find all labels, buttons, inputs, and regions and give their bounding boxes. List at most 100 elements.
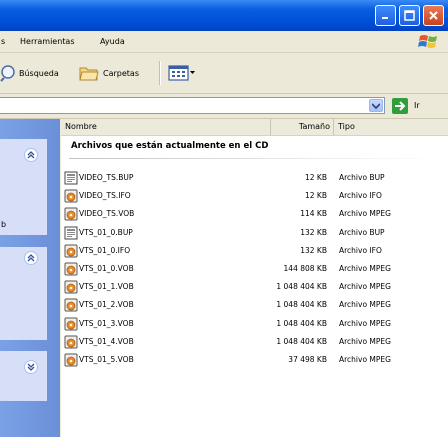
- file-type: Archivo MPEG: [339, 264, 391, 273]
- views-icon: [168, 65, 189, 81]
- chevron-down-icon: [190, 71, 195, 74]
- file-row[interactable]: VTS_01_0.IFO 132 KB Archivo IFO: [61, 242, 448, 260]
- file-size: 1 048 404 KB: [276, 318, 327, 328]
- column-header-name[interactable]: Nombre: [61, 119, 271, 135]
- file-size: 144 808 KB: [283, 264, 327, 273]
- file-type: Archivo IFO: [339, 245, 382, 255]
- file-name: VTS_01_0.VOB: [79, 264, 134, 273]
- file-type: Archivo MPEG: [339, 318, 391, 328]
- file-type: Archivo MPEG: [339, 282, 391, 292]
- task-panel-2: [0, 247, 47, 340]
- task-panel-3: [0, 351, 47, 401]
- column-header-size[interactable]: Tamaño: [271, 119, 334, 135]
- close-button[interactable]: [423, 5, 444, 26]
- file-name: VTS_01_3.VOB: [79, 318, 134, 328]
- file-type: Archivo BUP: [339, 173, 385, 182]
- media-file-icon: [64, 280, 78, 294]
- media-file-icon: [64, 207, 78, 221]
- arrow-right-icon: [395, 101, 406, 111]
- file-size: 132 KB: [300, 227, 327, 237]
- media-file-icon: [64, 262, 78, 276]
- menu-item-help[interactable]: Ayuda: [100, 37, 125, 46]
- chevron-down-icon: [372, 102, 380, 109]
- group-divider: [69, 158, 439, 159]
- address-bar: Ir: [0, 94, 448, 119]
- file-name: VTS_01_2.VOB: [79, 300, 134, 310]
- search-button[interactable]: Búsqueda: [0, 62, 59, 84]
- file-size: 37 498 KB: [288, 355, 327, 364]
- toolbar-separator: [159, 61, 161, 85]
- file-row[interactable]: VIDEO_TS.IFO 12 KB Archivo IFO: [61, 187, 448, 205]
- file-size: 132 KB: [300, 245, 327, 255]
- windows-logo-icon: [418, 35, 437, 48]
- maximize-icon: [404, 10, 415, 21]
- go-button[interactable]: [392, 98, 408, 114]
- minimize-button[interactable]: [375, 5, 396, 26]
- close-icon: [429, 11, 438, 20]
- file-size: 1 048 404 KB: [276, 282, 327, 292]
- collapse-button[interactable]: [24, 251, 38, 265]
- file-row[interactable]: VIDEO_TS.BUP 12 KB Archivo BUP: [61, 169, 448, 187]
- column-header-bar: Nombre Tamaño Tipo: [61, 119, 448, 136]
- title-bar: [0, 0, 448, 31]
- file-size: 12 KB: [305, 191, 327, 201]
- file-row[interactable]: VIDEO_TS.VOB 114 KB Archivo MPEG: [61, 205, 448, 223]
- search-icon: [0, 65, 15, 82]
- file-size: 114 KB: [300, 209, 327, 219]
- bup-file-icon: [64, 171, 78, 185]
- file-row[interactable]: VTS_01_4.VOB 1 048 404 KB Archivo MPEG: [61, 333, 448, 351]
- folders-button-label: Carpetas: [103, 68, 139, 78]
- address-input[interactable]: [0, 97, 385, 114]
- file-list-view: Nombre Tamaño Tipo Archivos que están ac…: [61, 119, 448, 437]
- address-dropdown-button[interactable]: [369, 99, 383, 112]
- file-type: Archivo IFO: [339, 191, 382, 201]
- file-row[interactable]: VTS_01_2.VOB 1 048 404 KB Archivo MPEG: [61, 296, 448, 314]
- chevron-up-double-icon: [27, 151, 35, 159]
- menu-item-partial[interactable]: s: [1, 37, 5, 46]
- folders-icon: [79, 67, 99, 81]
- search-button-label: Búsqueda: [19, 68, 59, 78]
- file-name: VTS_01_1.VOB: [79, 282, 134, 292]
- file-size: 1 048 404 KB: [276, 336, 327, 346]
- file-row[interactable]: VTS_01_3.VOB 1 048 404 KB Archivo MPEG: [61, 315, 448, 333]
- collapse-button[interactable]: [24, 148, 38, 162]
- media-file-icon: [64, 353, 78, 367]
- minimize-icon: [382, 17, 388, 19]
- bup-file-icon: [64, 226, 78, 240]
- file-name: VIDEO_TS.BUP: [79, 173, 134, 182]
- file-row[interactable]: VTS_01_0.BUP 132 KB Archivo BUP: [61, 224, 448, 242]
- group-header: Archivos que están actualmente en el CD: [71, 141, 269, 151]
- task-panel-1: b: [0, 139, 47, 235]
- file-type: Archivo BUP: [339, 227, 385, 237]
- file-name: VIDEO_TS.VOB: [79, 209, 135, 219]
- file-type: Archivo MPEG: [339, 300, 391, 310]
- toolbar: Búsqueda Carpetas: [0, 53, 448, 94]
- menu-bar: s Herramientas Ayuda: [0, 31, 448, 53]
- file-size: 1 048 404 KB: [276, 300, 327, 310]
- maximize-button[interactable]: [399, 5, 420, 26]
- file-name: VTS_01_5.VOB: [79, 355, 134, 364]
- folders-button[interactable]: Carpetas: [79, 62, 139, 84]
- views-button[interactable]: [168, 62, 196, 84]
- chevron-down-double-icon: [27, 363, 35, 371]
- go-label[interactable]: Ir: [414, 101, 420, 110]
- file-row[interactable]: VTS_01_0.VOB 144 808 KB Archivo MPEG: [61, 260, 448, 278]
- expand-button[interactable]: [24, 360, 38, 374]
- media-file-icon: [64, 189, 78, 203]
- file-row[interactable]: VTS_01_1.VOB 1 048 404 KB Archivo MPEG: [61, 278, 448, 296]
- file-type: Archivo MPEG: [339, 209, 391, 219]
- column-header-type[interactable]: Tipo: [334, 119, 448, 135]
- file-size: 12 KB: [305, 173, 327, 182]
- media-file-icon: [64, 335, 78, 349]
- file-row[interactable]: VTS_01_5.VOB 37 498 KB Archivo MPEG: [61, 351, 448, 369]
- file-name: VTS_01_0.BUP: [79, 227, 133, 237]
- task-pane: b: [0, 119, 60, 437]
- media-file-icon: [64, 317, 78, 331]
- menu-item-tools[interactable]: Herramientas: [20, 37, 75, 46]
- file-name: VTS_01_0.IFO: [79, 245, 131, 255]
- file-name: VTS_01_4.VOB: [79, 336, 134, 346]
- task-pane-text: b: [1, 220, 7, 229]
- file-type: Archivo MPEG: [339, 355, 391, 364]
- chevron-up-double-icon: [27, 254, 35, 262]
- media-file-icon: [64, 244, 78, 258]
